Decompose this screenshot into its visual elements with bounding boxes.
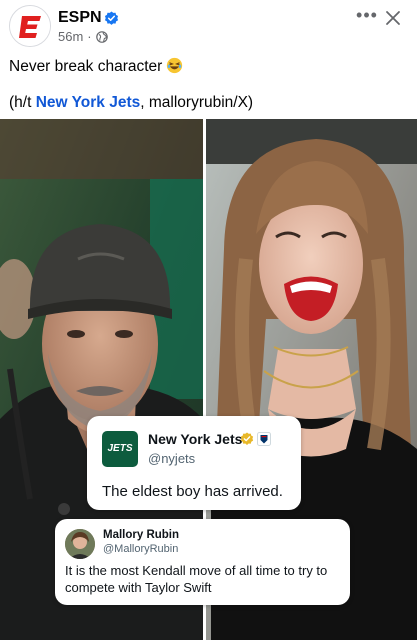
tweet-text: It is the most Kendall move of all time … <box>65 563 328 595</box>
new-york-jets-link[interactable]: New York Jets <box>36 94 141 111</box>
nfl-badge-icon <box>257 432 271 446</box>
tweet-author-handle: @nyjets <box>148 451 196 466</box>
credit-line: (h/t New York Jets, malloryrubin/X) <box>9 93 253 113</box>
post-header: ESPN 56m · ••• <box>0 0 417 52</box>
espn-logo-icon <box>10 6 50 46</box>
credit-suffix: , malloryrubin/X) <box>140 94 254 111</box>
post-meta: 56m · <box>58 29 108 44</box>
post-time[interactable]: 56m <box>58 29 83 44</box>
globe-icon <box>95 30 108 43</box>
close-icon[interactable] <box>384 9 402 27</box>
post-caption: Never break character <box>9 57 183 77</box>
gold-verified-icon <box>240 432 254 445</box>
mallory-avatar <box>65 529 95 559</box>
meta-separator: · <box>87 29 92 44</box>
tweet-text: The eldest boy has arrived. <box>102 483 283 500</box>
jets-logo: JETS <box>102 431 138 467</box>
more-options-icon[interactable]: ••• <box>356 6 378 28</box>
verified-badge-icon <box>104 11 119 25</box>
tweet-author-handle: @MalloryRubin <box>103 543 179 555</box>
embedded-tweet-mallory[interactable]: Mallory Rubin @MalloryRubin It is the mo… <box>55 519 350 605</box>
tweet-author-name: Mallory Rubin <box>103 529 180 541</box>
embedded-tweet-jets[interactable]: JETS New York Jets @nyjets The eldest bo… <box>87 416 301 510</box>
page-name[interactable]: ESPN <box>58 9 102 27</box>
espn-avatar[interactable] <box>9 5 51 47</box>
caption-text: Never break character <box>9 58 163 75</box>
laughing-emoji-icon <box>167 57 183 74</box>
tweet-author-name: New York Jets <box>148 431 243 447</box>
credit-prefix: (h/t <box>9 94 36 111</box>
